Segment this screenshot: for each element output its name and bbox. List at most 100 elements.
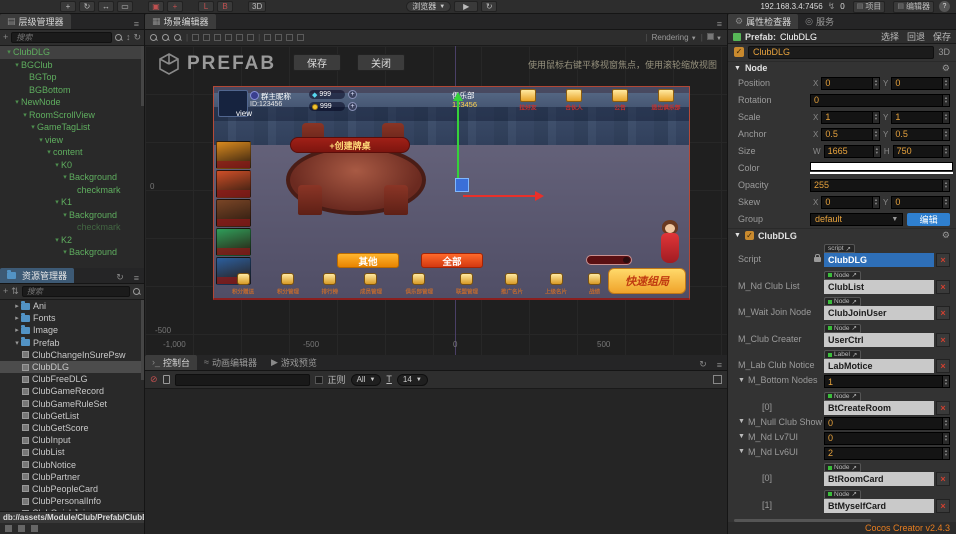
asset-footer-icon[interactable] [31,525,38,532]
refresh-button[interactable]: ↻ [481,1,497,12]
gizmo-y-arrow[interactable] [457,95,459,191]
hierarchy-node[interactable]: ▾RoomScrollView [0,109,144,122]
search-icon[interactable] [115,34,123,42]
hierarchy-node[interactable]: ▾GameTagList [0,121,144,134]
asset-item[interactable]: ClubPeopleCard [0,483,144,495]
gizmo-x-arrow[interactable] [463,195,541,197]
tab-hierarchy[interactable]: ▤ 层级管理器 [0,14,71,29]
hierarchy-node[interactable]: ▾BGClub [0,59,144,72]
prefab-revert-link[interactable]: 回退 [907,30,925,43]
zoom-in-icon[interactable] [150,34,158,42]
number-input[interactable]: 0▲▼ [810,94,950,107]
rendering-dropdown[interactable]: Rendering ▼ [652,33,697,42]
assets-refresh-icon[interactable]: ↻ [111,272,129,283]
create-asset-button[interactable]: + [3,287,8,296]
tree-expand-arrow[interactable]: ▾ [13,61,21,69]
log-file-icon[interactable] [163,375,170,384]
asset-item[interactable]: ▸Ani [0,300,144,312]
gear-icon[interactable]: ⚙ [942,63,950,74]
stepper[interactable]: ▲▼ [942,95,949,106]
console-refresh-icon[interactable]: ↻ [694,359,712,370]
asset-item[interactable]: ClubList [0,446,144,458]
tree-expand-arrow[interactable]: ▾ [53,161,61,169]
hierarchy-node[interactable]: BGTop [0,71,144,84]
reference-field[interactable]: ClubDLG [824,253,934,267]
help-button[interactable]: ? [939,1,950,12]
align-right-icon[interactable] [214,34,221,41]
hierarchy-node[interactable]: ▾K1 [0,196,144,209]
tab-assets[interactable]: 资源管理器 [0,268,74,283]
game-preview[interactable]: 群主昵称 ID:123456 view ◆ 999 + 999 + 俱乐部 12… [213,86,690,300]
asset-item[interactable]: ▾Prefab [0,337,144,349]
asset-item[interactable]: ClubGameRecord [0,385,144,397]
stepper[interactable]: ▲▼ [872,197,879,208]
log-level-dropdown[interactable]: All▼ [351,374,382,386]
reference-field[interactable]: BtMyselfCard [824,499,934,513]
number-input[interactable]: 1665▲▼ [824,145,881,158]
node-active-checkbox[interactable]: ✓ [734,47,744,57]
pivot-toggle-button[interactable]: ▣ [148,1,164,12]
3d-mode-button[interactable]: 3D [248,1,266,12]
number-input[interactable]: 1▲▼ [821,111,880,124]
stepper[interactable]: ▲▼ [942,146,949,157]
collapse-logs-icon[interactable] [713,375,722,384]
array-size-input[interactable]: 2▲▼ [824,447,950,460]
tree-expand-arrow[interactable]: ▾ [53,236,61,244]
tree-expand-arrow[interactable]: ▾ [21,111,29,119]
reference-field[interactable]: UserCtrl [824,333,934,347]
stepper[interactable]: ▲▼ [873,146,880,157]
hierarchy-node[interactable]: ▾K0 [0,159,144,172]
hierarchy-node[interactable]: ▾Background [0,209,144,222]
hierarchy-menu-icon[interactable]: ≡ [129,19,144,29]
zoom-reset-icon[interactable] [174,34,182,42]
number-input[interactable]: 0▲▼ [891,77,950,90]
component-section-header[interactable]: ▼ ✓ ClubDLG ⚙ [728,228,956,242]
hierarchy-node[interactable]: checkmark [0,184,144,197]
assets-scrollbar[interactable] [141,300,144,380]
array-size-input[interactable]: 1▲▼ [824,375,950,388]
node-name-input[interactable]: ClubDLG [748,46,934,59]
tab-game-preview[interactable]: ▶ 游戏预览 [264,355,324,370]
hierarchy-node[interactable]: ▾Background [0,246,144,259]
asset-item[interactable]: ClubPersonalInfo [0,495,144,507]
asset-item[interactable]: ClubDLG [0,361,144,373]
align-left-icon[interactable] [192,34,199,41]
assets-menu-icon[interactable]: ≡ [129,273,144,283]
asset-item[interactable]: ▸Fonts [0,312,144,324]
array-size-input[interactable]: 0▲▼ [824,432,950,445]
rotate-tool-button[interactable]: ↻ [79,1,95,12]
remove-reference-button[interactable]: × [936,253,950,267]
asset-item[interactable]: ClubGameRuleSet [0,398,144,410]
zoom-out-icon[interactable] [162,34,170,42]
hierarchy-node[interactable]: ▾ClubDLG [0,46,144,59]
tree-expand-arrow[interactable]: ▾ [61,173,69,181]
stepper[interactable]: ▲▼ [942,129,949,140]
remove-reference-button[interactable]: × [936,333,950,347]
align-middle-icon[interactable] [236,34,243,41]
tree-expand-arrow[interactable]: ▾ [45,148,53,156]
color-swatch[interactable] [810,162,953,171]
regex-checkbox[interactable] [315,376,323,384]
align-bottom-icon[interactable] [247,34,254,41]
hierarchy-node[interactable]: ▾NewNode [0,96,144,109]
tree-expand-arrow[interactable]: ▾ [29,123,37,131]
remove-reference-button[interactable]: × [936,401,950,415]
asset-item[interactable]: ClubNotice [0,458,144,470]
tree-expand-arrow[interactable]: ▾ [61,211,69,219]
number-input[interactable]: 750▲▼ [893,145,950,158]
prefab-save-link[interactable]: 保存 [933,30,951,43]
camera-dropdown[interactable]: ▼ [707,33,722,42]
node-section-header[interactable]: ▼ Node ⚙ [728,61,956,75]
asset-item[interactable]: ClubGetScore [0,422,144,434]
asset-item[interactable]: ClubChangeInSurePsw [0,349,144,361]
asset-item[interactable]: ClubFreeDLG [0,373,144,385]
hierarchy-node[interactable]: ▾K2 [0,234,144,247]
asset-item[interactable]: ClubQuickJoin [0,507,144,511]
scale-tool-button[interactable]: ↔ [98,1,114,12]
create-node-button[interactable]: + [3,33,8,42]
asset-item[interactable]: ClubPartner [0,471,144,483]
stretch-h-icon[interactable] [286,34,293,41]
preview-platform-dropdown[interactable]: 浏览器▼ [406,1,451,12]
distribute-h-icon[interactable] [264,34,271,41]
remove-reference-button[interactable]: × [936,359,950,373]
